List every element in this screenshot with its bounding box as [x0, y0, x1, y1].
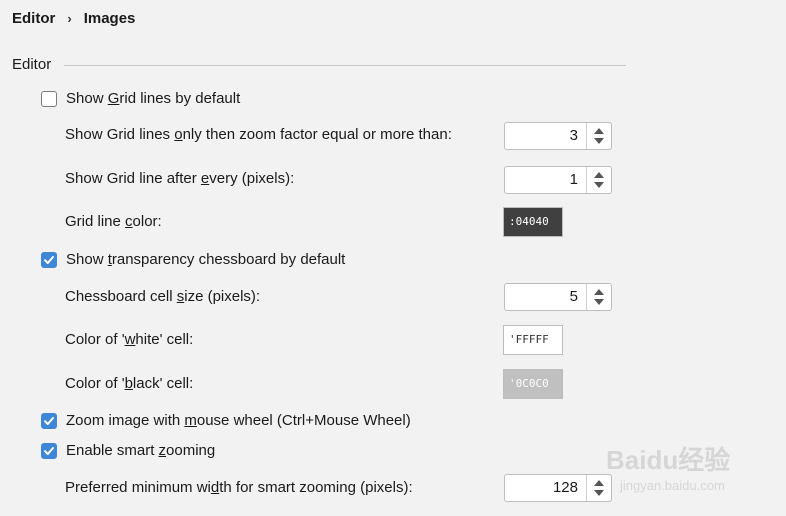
grid-every-spinner[interactable]: 1: [504, 166, 612, 194]
breadcrumb: Editor › Images: [12, 10, 135, 27]
chess-size-label: Chessboard cell size (pixels):: [65, 288, 261, 305]
zoom-wheel-checkbox[interactable]: [41, 413, 57, 429]
grid-color-swatch[interactable]: :04040: [503, 207, 563, 237]
breadcrumb-parent[interactable]: Editor: [12, 10, 55, 27]
spinner-arrows-icon[interactable]: [586, 475, 611, 501]
spinner-arrows-icon[interactable]: [586, 167, 611, 193]
checkmark-icon: [44, 417, 54, 425]
grid-zoom-label: Show Grid lines only then zoom factor eq…: [65, 126, 452, 143]
grid-every-label: Show Grid line after every (pixels):: [65, 170, 295, 187]
breadcrumb-current: Images: [83, 10, 136, 27]
chess-size-spinner[interactable]: 5: [504, 283, 612, 311]
smart-width-spinner[interactable]: 128: [504, 474, 612, 502]
watermark-logo: Baidu经验: [606, 445, 731, 475]
white-cell-label: Color of 'white' cell:: [65, 331, 194, 348]
zoom-wheel-label[interactable]: Zoom image with mouse wheel (Ctrl+Mouse …: [66, 412, 411, 429]
show-chessboard-checkbox[interactable]: [41, 252, 57, 268]
spinner-arrows-icon[interactable]: [586, 123, 611, 149]
white-cell-swatch[interactable]: 'FFFFF: [503, 325, 563, 355]
show-grid-label[interactable]: Show Grid lines by default: [66, 90, 240, 107]
group-title: Editor: [12, 56, 52, 73]
show-chessboard-label[interactable]: Show transparency chessboard by default: [66, 251, 345, 268]
group-divider: [64, 65, 626, 66]
black-cell-label: Color of 'black' cell:: [65, 375, 194, 392]
smart-width-label: Preferred minimum width for smart zoomin…: [65, 479, 413, 496]
grid-color-label: Grid line color:: [65, 213, 162, 230]
grid-every-value[interactable]: 1: [505, 167, 586, 193]
checkmark-icon: [44, 256, 54, 264]
checkmark-icon: [44, 447, 54, 455]
chess-size-value[interactable]: 5: [505, 284, 586, 310]
smart-zoom-label[interactable]: Enable smart zooming: [66, 442, 215, 459]
watermark-url: jingyan.baidu.com: [620, 478, 725, 493]
grid-zoom-value[interactable]: 3: [505, 123, 586, 149]
grid-zoom-spinner[interactable]: 3: [504, 122, 612, 150]
chevron-right-icon: ›: [67, 11, 72, 26]
black-cell-swatch[interactable]: '0C0C0: [503, 369, 563, 399]
spinner-arrows-icon[interactable]: [586, 284, 611, 310]
smart-zoom-checkbox[interactable]: [41, 443, 57, 459]
smart-width-value[interactable]: 128: [505, 475, 586, 501]
show-grid-checkbox[interactable]: [41, 91, 57, 107]
